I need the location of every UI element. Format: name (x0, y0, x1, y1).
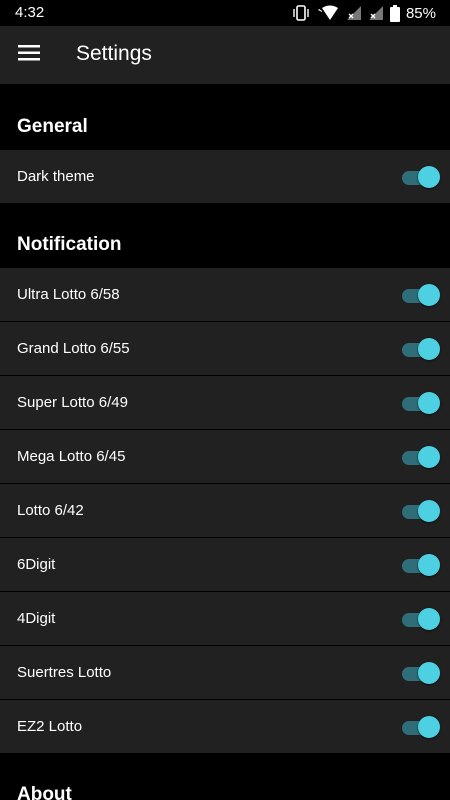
menu-button[interactable] (8, 34, 50, 76)
setting-row-6digit[interactable]: 6Digit (0, 538, 450, 592)
battery-icon (389, 4, 400, 22)
setting-label: Mega Lotto 6/45 (17, 448, 126, 465)
setting-label: Ultra Lotto 6/58 (17, 286, 120, 303)
setting-row-lotto-6-42[interactable]: Lotto 6/42 (0, 484, 450, 538)
setting-label: 4Digit (17, 610, 56, 627)
mega-lotto-toggle[interactable] (402, 445, 440, 469)
menu-icon (18, 44, 40, 66)
status-icons: 85% (292, 4, 436, 22)
setting-row-mega-lotto[interactable]: Mega Lotto 6/45 (0, 430, 450, 484)
setting-row-dark-theme[interactable]: Dark theme (0, 150, 450, 204)
setting-row-super-lotto[interactable]: Super Lotto 6/49 (0, 376, 450, 430)
setting-row-ez2-lotto[interactable]: EZ2 Lotto (0, 700, 450, 754)
app-bar: Settings (0, 26, 450, 84)
section-header-notification: Notification (17, 234, 122, 255)
4digit-toggle[interactable] (402, 607, 440, 631)
setting-label: EZ2 Lotto (17, 718, 83, 735)
vibrate-icon (292, 5, 310, 21)
signal-x-icon (368, 5, 384, 21)
ultra-lotto-toggle[interactable] (402, 283, 440, 307)
6digit-toggle[interactable] (402, 553, 440, 577)
lotto-6-42-toggle[interactable] (402, 499, 440, 523)
setting-row-ultra-lotto[interactable]: Ultra Lotto 6/58 (0, 268, 450, 322)
setting-label: Dark theme (17, 168, 95, 185)
setting-row-suertres-lotto[interactable]: Suertres Lotto (0, 646, 450, 700)
setting-label: Suertres Lotto (17, 664, 112, 681)
wifi-icon (316, 5, 340, 21)
battery-percent: 85% (405, 4, 436, 22)
settings-list: General Dark theme Notification Ultra Lo… (0, 84, 450, 800)
super-lotto-toggle[interactable] (402, 391, 440, 415)
setting-row-4digit[interactable]: 4Digit (0, 592, 450, 646)
status-bar: 4:32 85% (0, 0, 450, 26)
setting-label: Grand Lotto 6/55 (17, 340, 130, 357)
status-time: 4:32 (15, 4, 45, 21)
dark-theme-toggle[interactable] (402, 165, 440, 189)
setting-label: 6Digit (17, 556, 56, 573)
setting-row-grand-lotto[interactable]: Grand Lotto 6/55 (0, 322, 450, 376)
page-title: Settings (76, 42, 152, 65)
setting-label: Lotto 6/42 (17, 502, 84, 519)
suertres-lotto-toggle[interactable] (402, 661, 440, 685)
setting-label: Super Lotto 6/49 (17, 394, 128, 411)
section-header-about: About (17, 784, 72, 800)
grand-lotto-toggle[interactable] (402, 337, 440, 361)
ez2-lotto-toggle[interactable] (402, 715, 440, 739)
section-header-general: General (17, 116, 88, 137)
signal-x-icon (346, 5, 362, 21)
